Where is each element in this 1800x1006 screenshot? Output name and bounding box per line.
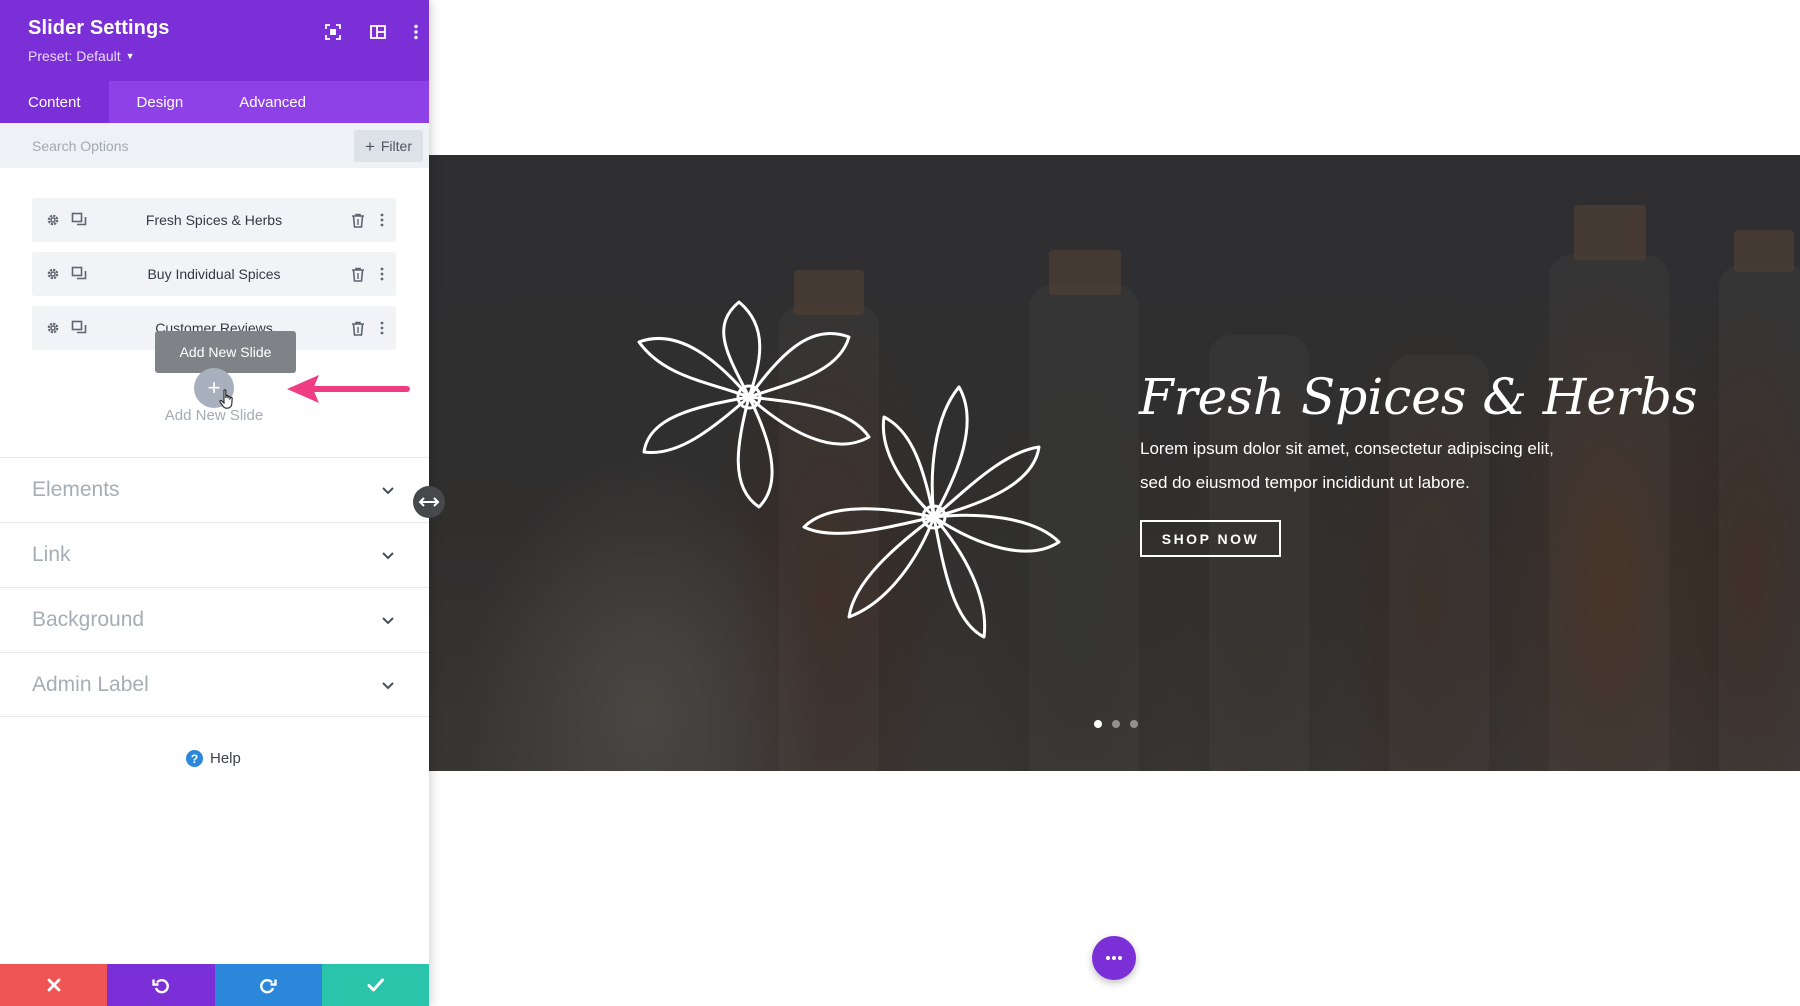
action-bar (0, 964, 429, 1006)
panel-resize-handle[interactable] (413, 486, 445, 518)
slide-heading[interactable]: Fresh Spices & Herbs (1139, 368, 1779, 426)
add-slide-label[interactable]: Add New Slide (120, 407, 308, 424)
slide-body-line: sed do eiusmod tempor incididunt ut labo… (1140, 473, 1470, 492)
slide-body-line: Lorem ipsum dolor sit amet, consectetur … (1140, 439, 1554, 458)
preset-label: Preset: Default (28, 48, 121, 64)
add-slide-tooltip: Add New Slide (155, 331, 296, 373)
plus-icon: + (364, 136, 375, 156)
discard-button[interactable] (0, 964, 108, 1006)
tab-advanced[interactable]: Advanced (211, 81, 334, 123)
slide-label: Buy Individual Spices (147, 266, 281, 282)
undo-icon (152, 979, 169, 994)
trash-icon[interactable] (348, 210, 368, 230)
help-link[interactable]: ? Help (186, 750, 241, 767)
redo-icon (260, 979, 277, 994)
more-vertical-icon[interactable] (372, 210, 392, 230)
layout-icon[interactable] (366, 20, 390, 44)
help-icon: ? (186, 750, 203, 767)
caret-down-icon: ▼ (125, 51, 135, 61)
more-vertical-icon[interactable] (372, 318, 392, 338)
slider-dot[interactable] (1130, 720, 1138, 728)
section-background[interactable]: Background (0, 587, 429, 652)
hand-cursor-icon (219, 389, 233, 409)
slide-item[interactable]: Buy Individual Spices (32, 252, 396, 296)
section-label: Link (32, 543, 71, 566)
check-icon (367, 978, 384, 992)
resize-horizontal-icon (418, 497, 440, 507)
trash-icon[interactable] (348, 264, 368, 284)
trash-icon[interactable] (348, 318, 368, 338)
slider-dot[interactable] (1112, 720, 1120, 728)
filter-label: Filter (380, 138, 412, 154)
chevron-down-icon (382, 487, 394, 495)
duplicate-icon[interactable] (69, 210, 89, 230)
panel-title: Slider Settings (28, 17, 170, 39)
chevron-down-icon (382, 552, 394, 560)
chevron-down-icon (382, 617, 394, 625)
slider-preview[interactable]: Fresh Spices & Herbs Lorem ipsum dolor s… (429, 155, 1800, 771)
filter-button[interactable]: + Filter (353, 130, 423, 162)
section-elements[interactable]: Elements (0, 457, 429, 522)
duplicate-icon[interactable] (69, 318, 89, 338)
slide-item[interactable]: Fresh Spices & Herbs (32, 198, 396, 242)
help-label: Help (210, 750, 241, 767)
preset-dropdown[interactable]: Preset: Default ▼ (28, 48, 135, 64)
tab-design[interactable]: Design (109, 81, 212, 123)
star-anise-illustration (637, 300, 1061, 639)
search-input[interactable] (16, 131, 336, 161)
settings-panel: Slider Settings Preset: Default ▼ Conten… (0, 0, 429, 1006)
duplicate-icon[interactable] (69, 264, 89, 284)
page-settings-button[interactable] (1092, 936, 1136, 980)
tab-content[interactable]: Content (0, 81, 109, 123)
slider-dots (1094, 720, 1138, 728)
chevron-down-icon (382, 682, 394, 690)
close-icon (47, 978, 61, 992)
gear-icon[interactable] (43, 318, 63, 338)
shop-now-button[interactable]: SHOP NOW (1140, 520, 1281, 557)
undo-button[interactable] (107, 964, 215, 1006)
section-link[interactable]: Link (0, 522, 429, 587)
save-button[interactable] (321, 964, 429, 1006)
section-admin-label[interactable]: Admin Label (0, 652, 429, 717)
section-label: Background (32, 608, 145, 631)
panel-header: Slider Settings Preset: Default ▼ (0, 0, 429, 81)
search-row: + Filter (0, 123, 429, 168)
slide-label: Fresh Spices & Herbs (145, 212, 283, 228)
gear-icon[interactable] (43, 264, 63, 284)
more-horizontal-icon (1106, 956, 1122, 960)
more-vertical-icon[interactable] (404, 20, 428, 44)
fullscreen-icon[interactable] (321, 20, 345, 44)
arrow-left-annotation (287, 375, 410, 403)
slider-dot[interactable] (1094, 720, 1102, 728)
gear-icon[interactable] (43, 210, 63, 230)
more-vertical-icon[interactable] (372, 264, 392, 284)
section-label: Admin Label (32, 673, 149, 696)
slide-body[interactable]: Lorem ipsum dolor sit amet, consectetur … (1140, 432, 1660, 500)
tab-bar: Content Design Advanced (0, 81, 429, 123)
section-label: Elements (32, 478, 120, 501)
redo-button[interactable] (214, 964, 322, 1006)
